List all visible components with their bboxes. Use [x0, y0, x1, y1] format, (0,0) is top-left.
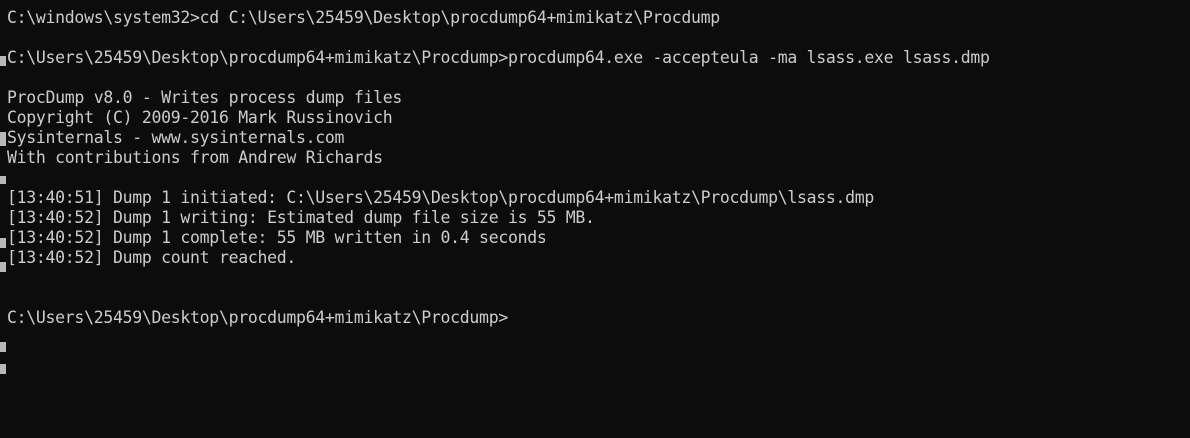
output-banner-title: ProcDump v8.0 - Writes process dump file…: [7, 88, 402, 107]
command-prompt[interactable]: C:\Users\25459\Desktop\procdump64+mimika…: [7, 308, 1190, 328]
edge-artifact: [0, 364, 6, 374]
prompt-text: C:\Users\25459\Desktop\procdump64+mimika…: [7, 308, 508, 327]
background-window-edge: [0, 0, 6, 438]
output-dump-writing: [13:40:52] Dump 1 writing: Estimated dum…: [7, 208, 595, 227]
edge-artifact: [0, 176, 6, 184]
output-dump-initiated: [13:40:51] Dump 1 initiated: C:\Users\25…: [7, 188, 875, 207]
edge-artifact: [0, 342, 6, 352]
output-dump-count: [13:40:52] Dump count reached.: [7, 248, 297, 267]
edge-artifact: [0, 56, 6, 66]
edge-artifact: [0, 238, 6, 248]
command-line-cd: C:\windows\system32>cd C:\Users\25459\De…: [7, 8, 720, 27]
command-line-procdump: C:\Users\25459\Desktop\procdump64+mimika…: [7, 48, 990, 67]
edge-artifact: [0, 262, 6, 272]
console-window[interactable]: C:\windows\system32>cd C:\Users\25459\De…: [0, 0, 1190, 438]
output-banner-contributions: With contributions from Andrew Richards: [7, 148, 383, 167]
output-banner-copyright: Copyright (C) 2009-2016 Mark Russinovich: [7, 108, 393, 127]
output-dump-complete: [13:40:52] Dump 1 complete: 55 MB writte…: [7, 228, 547, 247]
edge-artifact: [0, 132, 6, 146]
output-banner-website: Sysinternals - www.sysinternals.com: [7, 128, 345, 147]
